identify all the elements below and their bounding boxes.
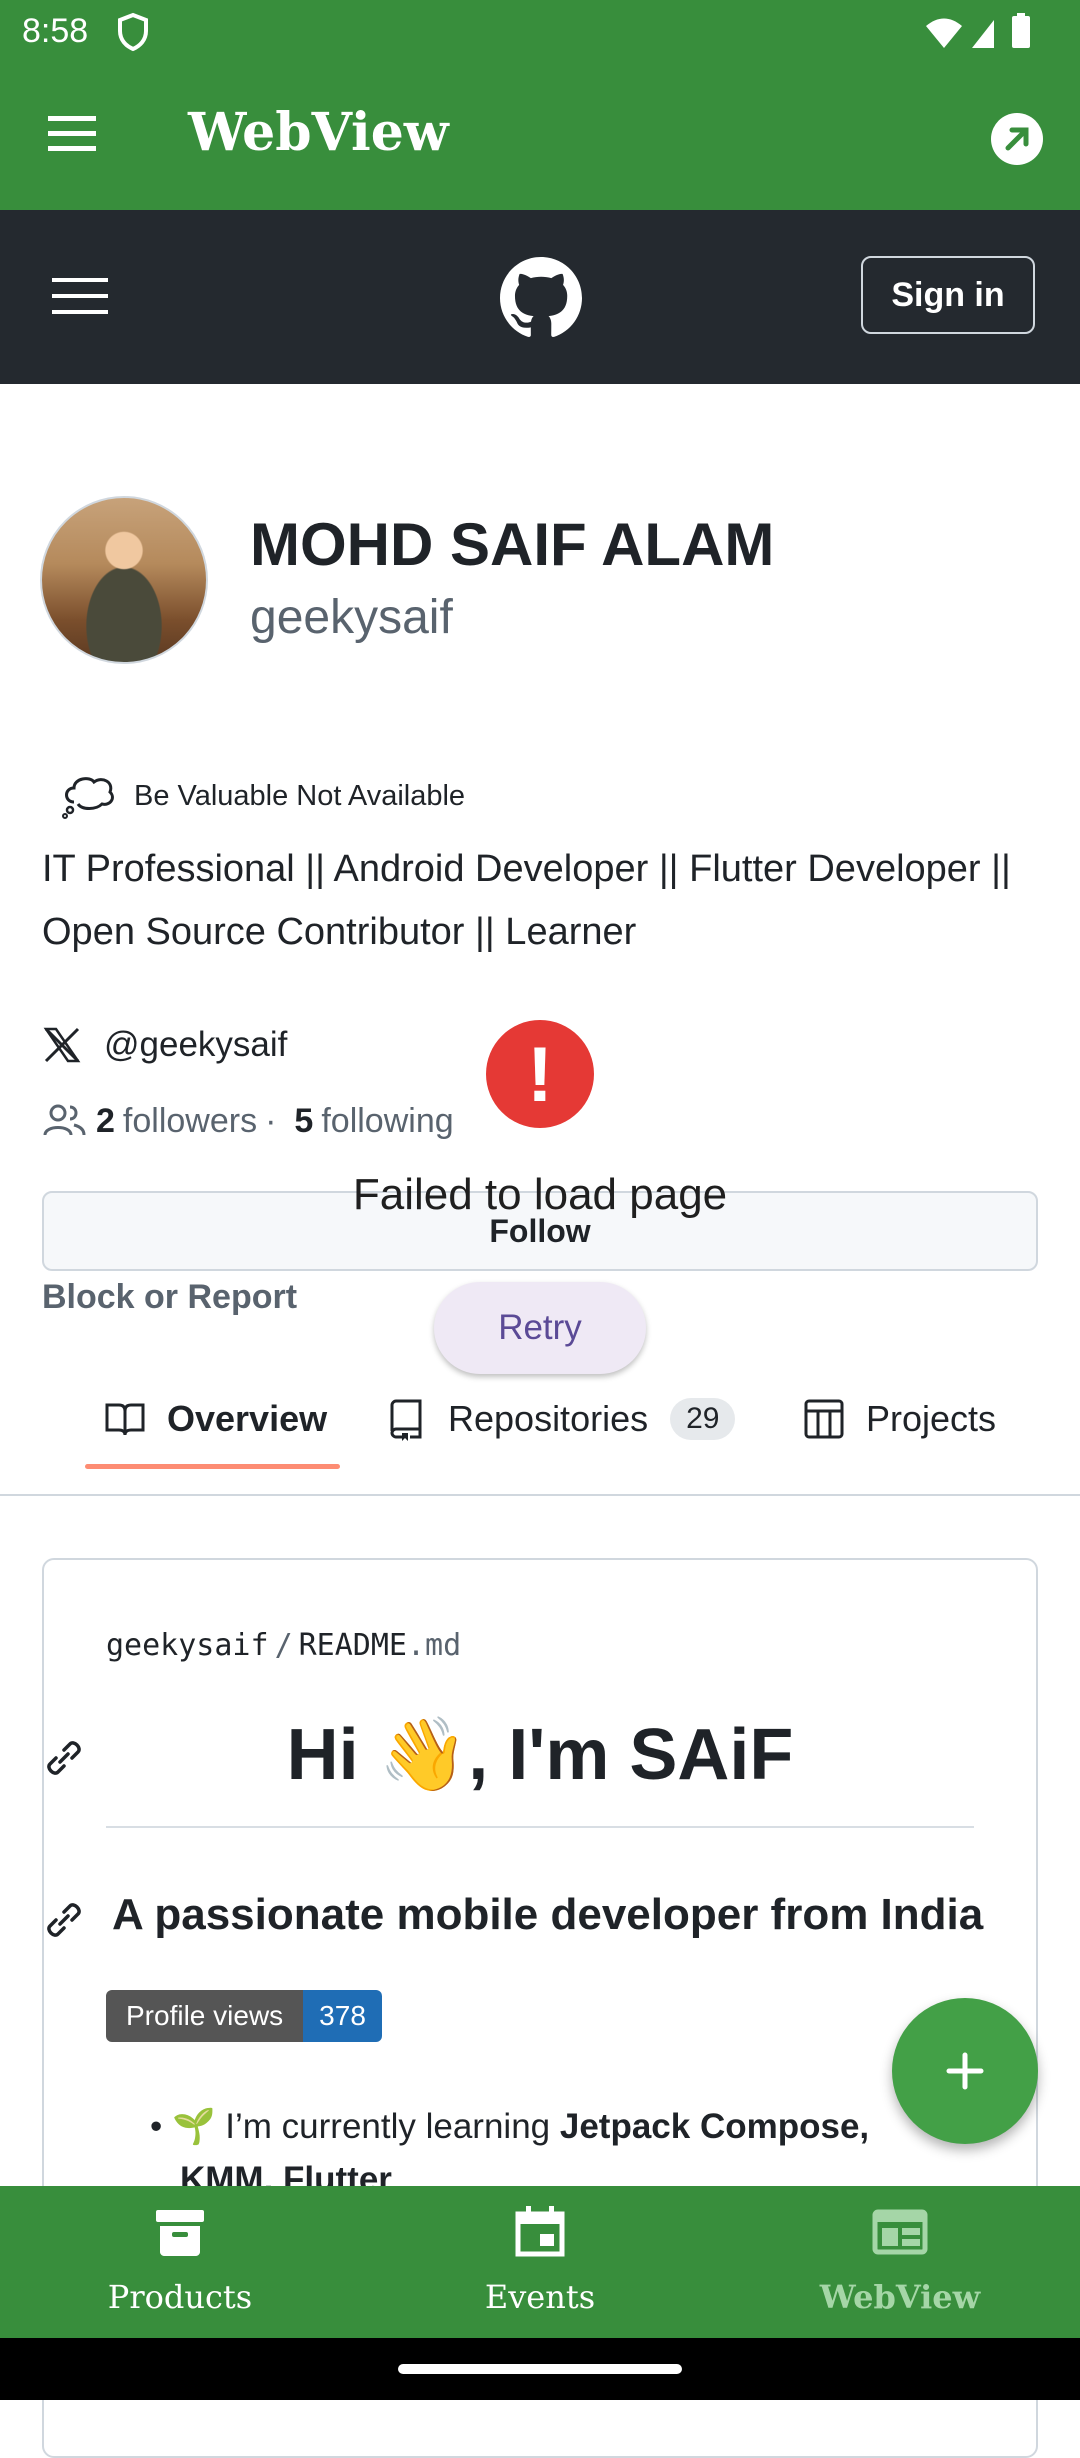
status-time: 8:58 [22,12,89,50]
thought-bubble-icon [62,777,114,819]
sign-in-button[interactable]: Sign in [861,256,1035,334]
readme-owner[interactable]: geekysaif [106,1628,269,1663]
repo-count-badge: 29 [670,1398,736,1440]
bottom-navigation: Products Events WebView [0,2186,1080,2338]
table-icon [804,1399,844,1439]
tab-label: Repositories [448,1398,649,1439]
anchor-link-icon[interactable] [42,1898,86,1942]
add-fab-button[interactable] [892,1998,1038,2144]
people-icon [43,1104,86,1136]
github-logo-icon[interactable] [500,257,582,339]
battery-icon [1012,13,1030,48]
retry-button[interactable]: Retry [434,1282,646,1374]
readme-subheading: A passionate mobile developer from India [112,1890,984,1939]
readme-extension: .md [407,1628,462,1663]
avatar[interactable] [40,496,208,664]
nav-events[interactable]: Events [360,2186,720,2338]
block-report-link[interactable]: Block or Report [42,1278,297,1317]
nav-webview[interactable]: WebView [720,2186,1080,2338]
menu-icon[interactable] [40,104,110,164]
github-header: Sign in [0,210,1080,384]
follow-stats: 2 followers · 5 following [42,1098,454,1144]
readme-heading: Hi 👋, I'm SAiF [286,1715,794,1795]
system-status-icons [926,13,1030,48]
plus-icon [946,2052,984,2090]
calendar-icon [515,2206,565,2257]
error-icon: ! [486,1020,594,1128]
repo-icon [390,1399,422,1441]
bullet-text: 🌱 I’m currently learning [171,2107,560,2146]
open-external-icon[interactable] [990,112,1044,166]
profile-views-badge: Profile views 378 [106,1990,382,2042]
heading-divider [106,1826,974,1828]
anchor-link-icon[interactable] [42,1736,86,1780]
badge-label: Profile views [106,1990,304,2042]
nav-label: Events [484,2278,596,2316]
tab-label: Projects [866,1398,997,1439]
list-item: • 🌱 I’m currently learning Jetpack Compo… [150,2106,869,2147]
wifi-icon [926,18,962,48]
app-bar: WebView [0,64,1080,210]
hamburger-menu-icon[interactable] [50,276,110,316]
webview-icon [872,2209,928,2255]
nav-label: Products [107,2278,253,2316]
status-text: Be Valuable Not Available [134,779,466,812]
followers-count: 2 [96,1101,115,1140]
profile-name: MOHD SAIF ALAM [250,511,775,578]
shield-icon [118,12,148,52]
tab-label: Overview [167,1398,328,1439]
gesture-bar [0,2338,1080,2400]
readme-path: geekysaif / README.md [106,1628,461,1663]
stats-separator: · [265,1101,277,1140]
user-status: Be Valuable Not Available [60,772,465,820]
book-icon [105,1403,145,1436]
following-count: 5 [294,1101,314,1140]
tab-more[interactable] [1064,1384,1080,1454]
profile-bio: IT Professional || Android Developer || … [42,848,1011,953]
path-separator: / [274,1628,293,1663]
active-tab-indicator [85,1464,340,1469]
error-message: Failed to load page [352,1170,728,1219]
tab-repositories[interactable]: Repositories 29 [384,1384,736,1454]
readme-filename: README [298,1628,407,1663]
archive-icon [156,2210,204,2256]
home-indicator[interactable] [398,2364,682,2374]
bullet-dot: • [150,2107,172,2146]
profile-tabs: Overview Repositories 29 Projects [0,1370,1080,1496]
x-handle-row[interactable]: @geekysaif [42,1022,287,1068]
profile-username: geekysaif [250,591,453,644]
app-title: WebView [188,102,449,163]
following-link[interactable]: following [321,1102,453,1141]
nav-products[interactable]: Products [0,2186,360,2338]
badge-value: 378 [303,1990,382,2042]
x-handle-link[interactable]: @geekysaif [104,1025,287,1065]
signal-icon [972,20,994,48]
bullet-bold: Jetpack Compose, [559,2107,870,2146]
tab-projects[interactable]: Projects [802,1384,996,1454]
nav-label: WebView [819,2278,981,2316]
status-bar: 8:58 [0,0,1080,64]
tab-overview[interactable]: Overview [103,1384,327,1454]
followers-link[interactable]: followers [123,1102,257,1141]
x-logo-icon [43,1027,81,1063]
